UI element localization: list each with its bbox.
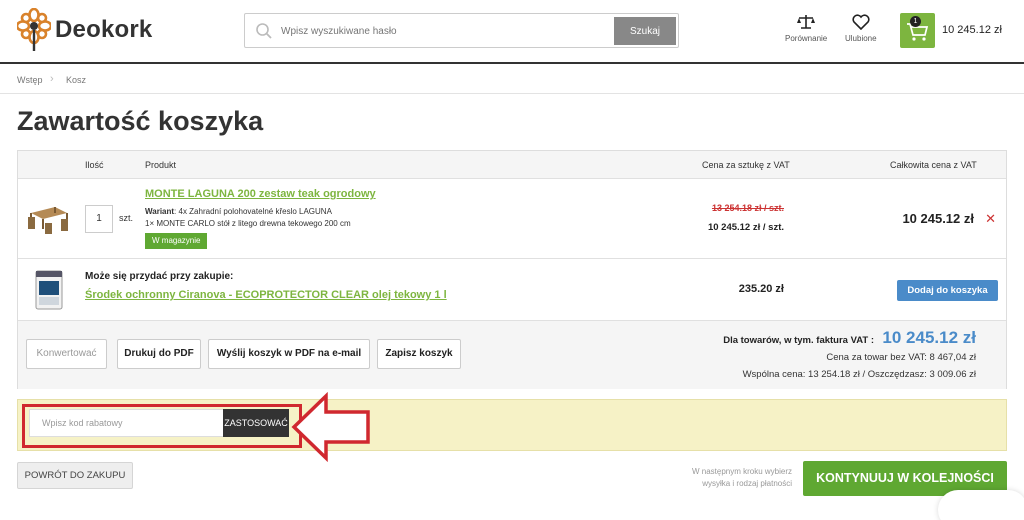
quantity-unit: szt.: [119, 213, 134, 223]
cart-total[interactable]: 10 245.12 zł: [942, 24, 1002, 36]
suggestion-product-link[interactable]: Środek ochronny Ciranova - ECOPROTECTOR …: [85, 289, 447, 301]
variant-line-2: 1× MONTE CARLO stół z litego drewna teko…: [145, 219, 351, 228]
close-icon[interactable]: ✕: [985, 211, 996, 227]
save-cart-button[interactable]: Zapisz koszyk: [377, 339, 461, 369]
stock-badge: W magazynie: [145, 233, 208, 249]
email-pdf-button[interactable]: Wyślij koszyk w PDF na e-mail: [208, 339, 370, 369]
site-header: Deokork Szukaj Porównanie Ulubione 1 10 …: [0, 0, 1024, 64]
summary-net-price: Cena za towar bez VAT: 8 467,04 zł: [826, 352, 976, 363]
search-bar: Szukaj: [244, 13, 679, 48]
product-variant: Wariant: 4x Zahradní polohovatelné křesl…: [145, 206, 475, 230]
old-price: 13 254.18 zł / szt.: [711, 203, 784, 213]
next-step-note-line-2: wysyłka i rodzaj płatności: [702, 479, 792, 488]
compare-link[interactable]: Porównanie: [785, 14, 827, 43]
suggestion-label: Może się przydać przy zakupie:: [85, 271, 234, 282]
logo[interactable]: Deokork: [17, 8, 152, 52]
heart-icon: [852, 14, 870, 30]
cart-count-badge: 1: [910, 16, 921, 27]
header-unit-price: Cena za sztukę z VAT: [702, 160, 790, 170]
cart-table: Ilość Produkt Cena za sztukę z VAT Całko…: [17, 150, 1007, 389]
table-row: Może się przydać przy zakupie: Środek oc…: [18, 259, 1006, 321]
add-to-cart-button[interactable]: Dodaj do koszyka: [897, 280, 998, 301]
convert-button[interactable]: Konwertować: [26, 339, 107, 369]
next-step-note-line-1: W następnym kroku wybierz: [691, 467, 792, 476]
suggestion-price: 235.20 zł: [738, 283, 784, 295]
chat-widget[interactable]: [938, 490, 1024, 520]
product-thumbnail[interactable]: [27, 199, 69, 235]
search-input[interactable]: [281, 20, 641, 42]
coupon-section: Wpisz kod rabatowy ZASTOSOWAĆ: [17, 399, 1007, 451]
unit-price: 10 245.12 zł / szt.: [707, 222, 784, 233]
summary-savings: Wspólna cena: 13 254.18 zł / Oszczędzasz…: [742, 369, 976, 380]
search-button[interactable]: Szukaj: [614, 17, 676, 45]
table-row: 1 szt. MONTE LAGUNA 200 zestaw teak ogro…: [18, 179, 1006, 259]
cart-actions-row: Konwertować Drukuj do PDF Wyślij koszyk …: [18, 321, 1006, 389]
summary-label: Dla towarów, w tym. faktura VAT :: [723, 335, 874, 346]
suggestion-thumbnail[interactable]: [34, 269, 64, 311]
header-product: Produkt: [145, 160, 177, 170]
scales-icon: [797, 15, 816, 29]
header-qty: Ilość: [85, 160, 104, 170]
table-header: Ilość Produkt Cena za sztukę z VAT Całko…: [18, 151, 1006, 179]
quantity-input[interactable]: 1: [85, 205, 113, 233]
compare-label: Porównanie: [785, 34, 828, 43]
apply-coupon-button[interactable]: ZASTOSOWAĆ: [223, 409, 289, 437]
chevron-right-icon: ›: [50, 73, 54, 85]
favorites-label: Ulubione: [845, 34, 877, 43]
print-pdf-button[interactable]: Drukuj do PDF: [117, 339, 201, 369]
search-icon: [256, 23, 272, 39]
variant-line-1: : 4x Zahradní polohovatelné křeslo LAGUN…: [174, 207, 332, 216]
breadcrumb-home[interactable]: Wstęp: [17, 75, 43, 85]
arrow-left-icon: [291, 392, 370, 462]
item-total-price: 10 245.12 zł: [902, 211, 974, 226]
favorites-link[interactable]: Ulubione: [845, 14, 877, 43]
logo-text: Deokork: [55, 16, 153, 43]
breadcrumb-current: Kosz: [66, 75, 87, 85]
header-total: Całkowita cena z VAT: [890, 160, 977, 170]
breadcrumb: Wstęp › Kosz: [0, 66, 1024, 94]
summary-total: 10 245.12 zł: [882, 328, 976, 347]
next-step-note: W następnym kroku wybierz wysyłka i rodz…: [692, 466, 792, 490]
variant-label: Wariant: [145, 207, 175, 216]
coupon-code-input[interactable]: Wpisz kod rabatowy: [29, 409, 224, 437]
back-to-shopping-button[interactable]: POWRÓT DO ZAKUPU: [17, 462, 133, 489]
product-name-link[interactable]: MONTE LAGUNA 200 zestaw teak ogrodowy: [145, 188, 376, 200]
page-title: Zawartość koszyka: [17, 106, 264, 136]
flower-logo-icon: [17, 8, 51, 51]
cart-button[interactable]: 1: [900, 13, 935, 48]
